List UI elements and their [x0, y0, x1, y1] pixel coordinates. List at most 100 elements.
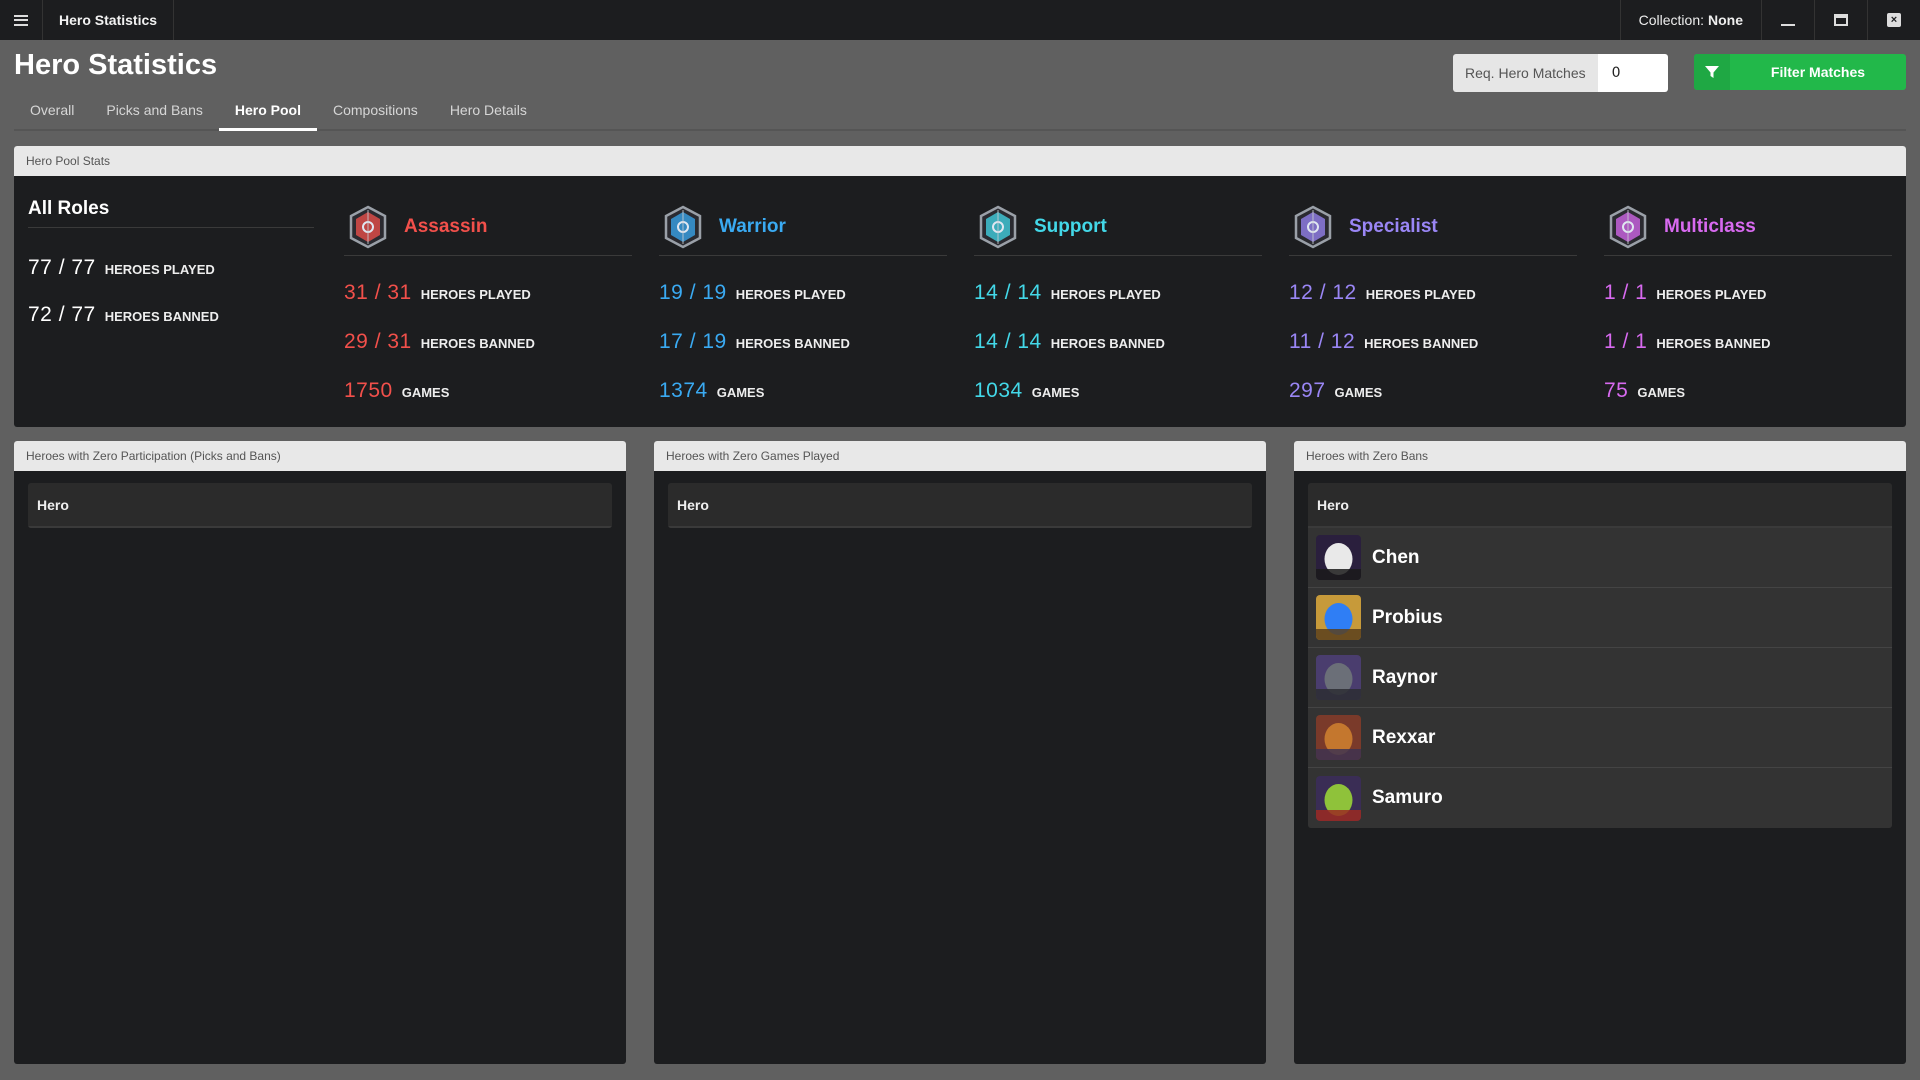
- role-played-value: 14 / 14: [974, 281, 1042, 304]
- minimize-icon: [1781, 24, 1795, 26]
- tab-overall[interactable]: Overall: [14, 95, 90, 131]
- tab-hero-details[interactable]: Hero Details: [434, 95, 543, 131]
- collection-value: None: [1708, 12, 1743, 28]
- specialist-icon: [1293, 205, 1333, 249]
- role-banned-row: 11 / 12 HEROES BANNED: [1289, 330, 1577, 379]
- tab-hero-pool[interactable]: Hero Pool: [218, 95, 317, 131]
- heroes-played-label: HEROES PLAYED: [1050, 287, 1161, 302]
- heroes-played-label: HEROES PLAYED: [1656, 287, 1767, 302]
- heroes-banned-label: HEROES BANNED: [104, 309, 219, 324]
- games-label: GAMES: [1637, 385, 1686, 400]
- hero-row[interactable]: Probius: [1308, 588, 1892, 648]
- heroes-played-label: HEROES PLAYED: [1365, 287, 1476, 302]
- heroes-banned-label: HEROES BANNED: [1050, 336, 1165, 351]
- title-bar: Hero Statistics Collection: None ×: [0, 0, 1920, 40]
- hero-name: Chen: [1372, 546, 1420, 568]
- column-header-hero[interactable]: Hero: [668, 483, 1252, 528]
- role-banned-row: 14 / 14 HEROES BANNED: [974, 330, 1262, 379]
- hero-row[interactable]: Raynor: [1308, 648, 1892, 708]
- filter-matches-label: Filter Matches: [1770, 64, 1866, 80]
- all-roles-banned-value: 72 / 77: [28, 303, 96, 326]
- req-hero-matches-label: Req. Hero Matches: [1453, 54, 1598, 92]
- role-header: Specialist: [1289, 198, 1577, 256]
- role-games-value: 1034: [974, 379, 1023, 402]
- hero-portrait: [1316, 595, 1361, 640]
- games-label: GAMES: [1031, 385, 1080, 400]
- role-name: Warrior: [719, 215, 786, 237]
- heroes-banned-label: HEROES BANNED: [1364, 336, 1479, 351]
- games-label: GAMES: [716, 385, 765, 400]
- role-played-row: 12 / 12 HEROES PLAYED: [1289, 281, 1577, 330]
- role-name: Multiclass: [1664, 215, 1756, 237]
- role-played-row: 31 / 31 HEROES PLAYED: [344, 281, 632, 330]
- hero-pool-stats-panel: Hero Pool Stats All Roles 77 / 77 HEROES…: [14, 146, 1906, 427]
- heroes-played-label: HEROES PLAYED: [420, 287, 531, 302]
- hero-table: Hero: [28, 483, 612, 528]
- collection-label: Collection:: [1638, 12, 1704, 28]
- role-games-row: 1374 GAMES: [659, 379, 947, 427]
- tab-picks-and-bans[interactable]: Picks and Bans: [90, 95, 219, 131]
- role-banned-value: 1 / 1: [1604, 330, 1648, 353]
- tab-compositions[interactable]: Compositions: [317, 95, 434, 131]
- hero-row[interactable]: Samuro: [1308, 768, 1892, 828]
- hero-table: Hero Chen Probius Raynor Rexxar Samuro: [1308, 483, 1892, 828]
- hero-row[interactable]: Chen: [1308, 528, 1892, 588]
- close-button[interactable]: ×: [1867, 0, 1920, 40]
- role-stats-multiclass: Multiclass 1 / 1 HEROES PLAYED 1 / 1 HEROES …: [1604, 198, 1892, 427]
- role-name: Support: [1034, 215, 1107, 237]
- role-played-row: 14 / 14 HEROES PLAYED: [974, 281, 1262, 330]
- req-hero-matches-input[interactable]: [1597, 54, 1668, 92]
- role-played-value: 12 / 12: [1289, 281, 1357, 304]
- role-name: Specialist: [1349, 215, 1438, 237]
- zero-games-played-panel: Heroes with Zero Games Played Hero: [654, 441, 1266, 1064]
- heroes-banned-label: HEROES BANNED: [1656, 336, 1771, 351]
- role-played-row: 1 / 1 HEROES PLAYED: [1604, 281, 1892, 330]
- maximize-button[interactable]: [1814, 0, 1867, 40]
- role-header: Support: [974, 198, 1262, 256]
- role-banned-value: 11 / 12: [1289, 330, 1356, 353]
- hero-row[interactable]: Rexxar: [1308, 708, 1892, 768]
- all-roles-played-row: 77 / 77 HEROES PLAYED: [28, 256, 314, 280]
- hero-portrait: [1316, 535, 1361, 580]
- role-banned-value: 29 / 31: [344, 330, 412, 353]
- role-banned-row: 17 / 19 HEROES BANNED: [659, 330, 947, 379]
- maximize-icon: [1834, 14, 1848, 26]
- all-roles-played-value: 77 / 77: [28, 256, 96, 279]
- role-banned-value: 14 / 14: [974, 330, 1042, 353]
- hamburger-menu-button[interactable]: [0, 0, 43, 40]
- req-hero-matches-group: Req. Hero Matches: [1453, 54, 1668, 92]
- window-title: Hero Statistics: [43, 0, 175, 40]
- filter-matches-button[interactable]: Filter Matches: [1694, 54, 1906, 90]
- heroes-played-label: HEROES PLAYED: [735, 287, 846, 302]
- hero-portrait: [1316, 775, 1361, 821]
- collection-selector[interactable]: Collection: None: [1619, 0, 1761, 40]
- role-header: Assassin: [344, 198, 632, 256]
- heroes-banned-label: HEROES BANNED: [420, 336, 535, 351]
- warrior-icon: [663, 205, 703, 249]
- role-games-value: 297: [1289, 379, 1326, 402]
- role-games-row: 1750 GAMES: [344, 379, 632, 427]
- filter-icon: [1694, 54, 1730, 90]
- hero-name: Samuro: [1372, 787, 1443, 808]
- assassin-icon: [348, 205, 388, 249]
- minimize-button[interactable]: [1761, 0, 1814, 40]
- multiclass-icon: [1608, 205, 1648, 249]
- column-header-hero[interactable]: Hero: [28, 483, 612, 528]
- support-icon: [978, 205, 1018, 249]
- hero-name: Rexxar: [1372, 726, 1436, 748]
- role-header: Multiclass: [1604, 198, 1892, 256]
- zero-bans-panel: Heroes with Zero Bans Hero Chen Probius Rayn…: [1294, 441, 1906, 1064]
- role-games-value: 1750: [344, 379, 393, 402]
- panel-title: Heroes with Zero Bans: [1294, 441, 1906, 471]
- close-icon: ×: [1887, 13, 1901, 27]
- panel-title: Heroes with Zero Games Played: [654, 441, 1266, 471]
- role-banned-value: 17 / 19: [659, 330, 727, 353]
- role-stats-warrior: Warrior 19 / 19 HEROES PLAYED 17 / 19 HEROES…: [659, 198, 947, 427]
- role-stats-assassin: Assassin 31 / 31 HEROES PLAYED 29 / 31 HEROE…: [344, 198, 632, 427]
- heroes-played-label: HEROES PLAYED: [104, 262, 215, 277]
- tab-bar: Overall Picks and Bans Hero Pool Compositio…: [14, 95, 1906, 131]
- hero-portrait: [1316, 715, 1361, 760]
- role-header: Warrior: [659, 198, 947, 256]
- column-header-hero[interactable]: Hero: [1308, 483, 1892, 528]
- all-roles-banned-row: 72 / 77 HEROES BANNED: [28, 303, 314, 327]
